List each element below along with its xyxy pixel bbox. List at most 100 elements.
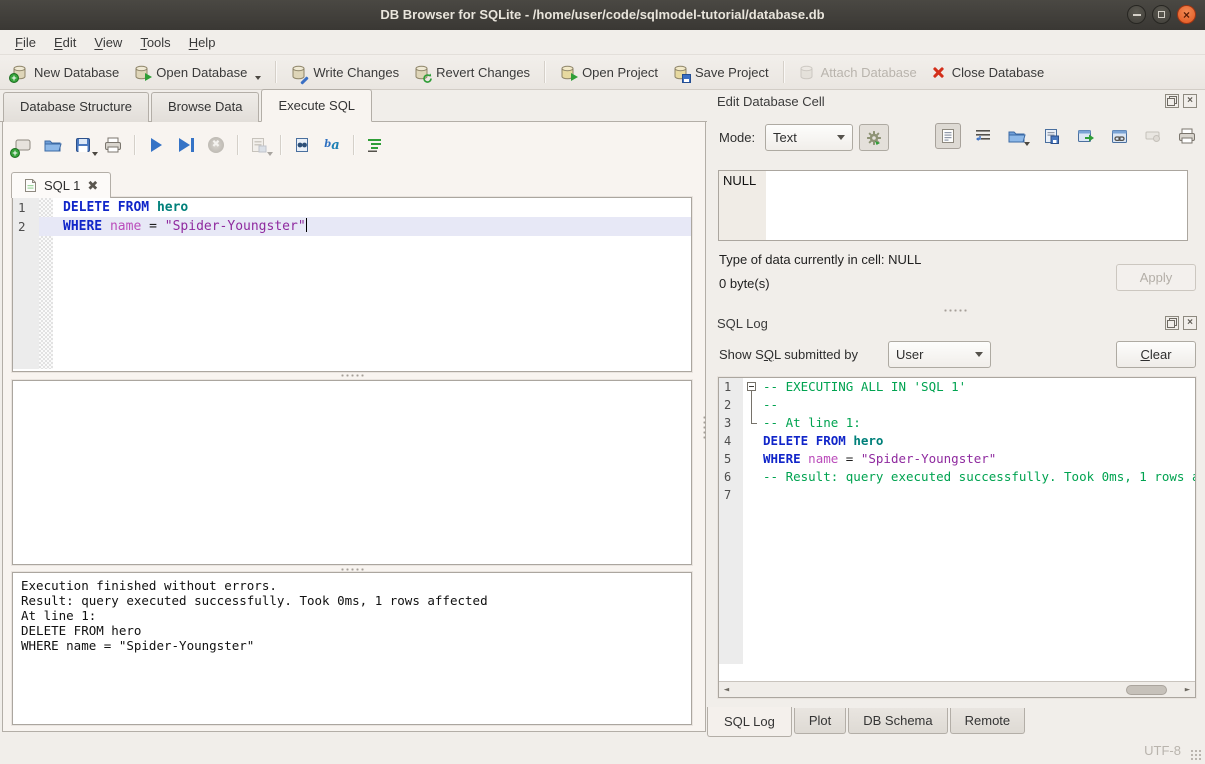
close-button[interactable]: × (1177, 5, 1196, 24)
text-cursor (306, 218, 307, 232)
set-null-icon (1141, 124, 1165, 148)
toolbar-separator (783, 61, 784, 83)
dock-float-button[interactable] (1165, 316, 1179, 330)
toolbar-separator (134, 135, 135, 155)
find-replace-icon[interactable] (290, 133, 314, 157)
text-mode-icon[interactable] (935, 123, 961, 149)
resize-grip-icon[interactable] (1190, 749, 1202, 761)
clear-log-button[interactable]: Clear (1116, 341, 1196, 368)
sql-log-view[interactable]: 1 -- EXECUTING ALL IN 'SQL 1' 2 -- 3 -- … (718, 377, 1196, 698)
document-icon (24, 178, 37, 193)
toolbar-separator (280, 135, 281, 155)
dock-close-icon: × (1187, 96, 1193, 106)
open-sql-file-icon[interactable] (41, 133, 65, 157)
menu-edit[interactable]: Edit (45, 33, 85, 52)
message-line: WHERE name = "Spider-Youngster" (21, 638, 683, 653)
save-sql-file-icon[interactable] (71, 133, 95, 157)
execute-current-line-icon[interactable] (174, 133, 198, 157)
maximize-button[interactable] (1152, 5, 1171, 24)
main-toolbar: + New Database Open Database Write Chang… (0, 54, 1205, 90)
titlebar[interactable]: DB Browser for SQLite - /home/user/code/… (0, 0, 1205, 31)
mode-select[interactable]: Text (765, 124, 853, 151)
open-database-button[interactable]: Open Database (126, 60, 268, 85)
dock-close-button[interactable]: × (1183, 94, 1197, 108)
scrollbar-thumb[interactable] (1126, 685, 1166, 695)
cell-value-null: NULL (723, 173, 756, 188)
results-pane[interactable] (12, 380, 692, 565)
menu-tools[interactable]: Tools (131, 33, 179, 52)
tab-browse-data[interactable]: Browse Data (151, 92, 259, 122)
minimize-icon (1133, 14, 1141, 16)
main-vertical-splitter[interactable] (701, 415, 706, 441)
fold-collapse-icon[interactable] (747, 382, 756, 391)
sql-log-filter-select[interactable]: User (888, 341, 991, 368)
dock-float-button[interactable] (1165, 94, 1179, 108)
write-changes-icon (290, 64, 307, 81)
cell-editor-icon-bar (935, 123, 1199, 149)
tab-remote[interactable]: Remote (950, 708, 1026, 734)
format-sql-icon[interactable] (363, 133, 387, 157)
save-menu-caret[interactable] (92, 152, 98, 156)
minimize-button[interactable] (1127, 5, 1146, 24)
dock-close-button[interactable]: × (1183, 316, 1197, 330)
new-database-button[interactable]: + New Database (4, 60, 126, 85)
message-line: Result: query executed successfully. Too… (21, 593, 683, 608)
execute-all-icon[interactable] (144, 133, 168, 157)
float-icon (1167, 320, 1175, 328)
execute-sql-page: + ✖ ba (2, 122, 706, 732)
right-dock-area: Edit Database Cell × Mode: Text (707, 90, 1205, 735)
print-icon[interactable] (101, 133, 125, 157)
sql-log-dock-title: SQL Log (717, 316, 768, 331)
menu-help[interactable]: Help (180, 33, 225, 52)
editor-results-splitter[interactable] (340, 372, 366, 377)
menu-file[interactable]: File (6, 33, 45, 52)
link-icon[interactable] (1107, 124, 1131, 148)
dock-splitter[interactable] (943, 307, 969, 312)
window-title: DB Browser for SQLite - /home/user/code/… (0, 0, 1205, 30)
open-database-menu-caret[interactable] (255, 76, 261, 80)
scroll-right-icon[interactable]: ► (1180, 683, 1195, 697)
save-data-icon[interactable] (1039, 124, 1063, 148)
open-project-button[interactable]: Open Project (552, 60, 665, 85)
log-horizontal-scrollbar[interactable]: ◄ ► (719, 681, 1195, 697)
sql-editor-toolbar: + ✖ ba (11, 128, 387, 162)
new-database-icon: + (11, 64, 28, 81)
open-database-icon (133, 64, 150, 81)
mode-label: Mode: (719, 130, 755, 145)
close-tab-icon[interactable]: ✖ (87, 179, 98, 192)
tab-db-schema[interactable]: DB Schema (848, 708, 947, 734)
word-wrap-icon[interactable] (971, 124, 995, 148)
cell-value-editor[interactable]: NULL (718, 170, 1188, 241)
close-database-button[interactable]: Close Database (924, 61, 1052, 84)
fold-margin (39, 217, 53, 236)
export-data-icon[interactable] (1073, 124, 1097, 148)
tab-execute-sql[interactable]: Execute SQL (261, 89, 372, 122)
scroll-left-icon[interactable]: ◄ (719, 683, 734, 697)
print-cell-icon[interactable] (1175, 124, 1199, 148)
save-project-button[interactable]: Save Project (665, 60, 776, 85)
dock-tab-bar: SQL Log Plot DB Schema Remote (707, 708, 1027, 737)
edit-cell-dock-title: Edit Database Cell (717, 94, 825, 109)
tab-plot[interactable]: Plot (794, 708, 846, 734)
attach-database-icon (798, 64, 815, 81)
sql-1-tab[interactable]: SQL 1 ✖ (11, 172, 111, 198)
tab-sql-log[interactable]: SQL Log (707, 707, 792, 737)
word-case-icon[interactable]: ba (320, 133, 344, 157)
menu-view[interactable]: View (85, 33, 131, 52)
write-changes-button[interactable]: Write Changes (283, 60, 406, 85)
import-data-icon[interactable] (1005, 124, 1029, 148)
toolbar-separator (275, 61, 276, 83)
sql-editor[interactable]: 1 DELETE FROM hero 2 WHERE name = "Spide… (12, 197, 692, 372)
fold-margin (39, 236, 53, 369)
apply-format-button[interactable] (859, 124, 889, 151)
tab-database-structure[interactable]: Database Structure (3, 92, 149, 122)
message-line: DELETE FROM hero (21, 623, 683, 638)
new-tab-icon[interactable]: + (11, 133, 35, 157)
revert-changes-button[interactable]: Revert Changes (406, 60, 537, 85)
messages-pane[interactable]: Execution finished without errors. Resul… (12, 572, 692, 725)
cell-size-text: 0 byte(s) (719, 276, 770, 291)
chevron-down-icon (975, 352, 983, 357)
import-menu-caret[interactable] (1024, 142, 1030, 146)
results-messages-splitter[interactable] (340, 566, 366, 571)
apply-button: Apply (1116, 264, 1196, 291)
